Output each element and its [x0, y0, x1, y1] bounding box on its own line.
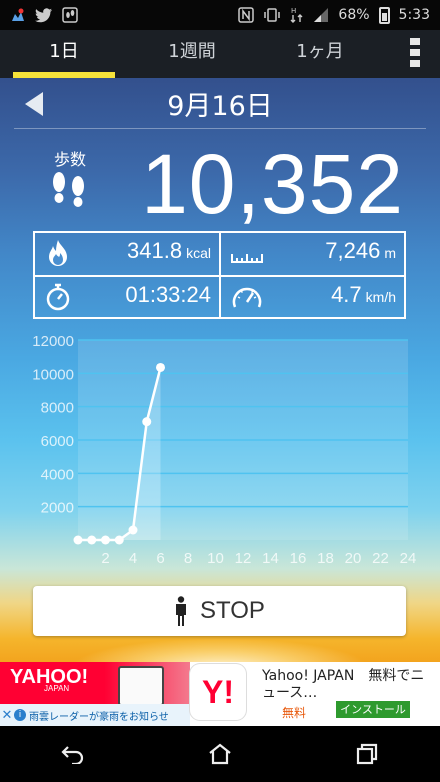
stats-grid: 341.8 kcal 7,246 m 01:33:24 4.7 km/h [33, 231, 406, 319]
status-left-icons [10, 7, 78, 23]
calories-value: 341.8 kcal [127, 238, 211, 263]
ad-banner[interactable]: YAHOO! JAPAN ✕ i 雨雲レーダーが豪雨をお知らせ Y! Yahoo… [0, 662, 440, 726]
ad-image[interactable]: YAHOO! JAPAN ✕ i 雨雲レーダーが豪雨をお知らせ [0, 662, 190, 726]
ad-install-button[interactable]: インストール [336, 701, 410, 718]
battery-percent: 68% [338, 7, 370, 23]
data-transfer-icon: H [290, 7, 303, 23]
status-right-icons: H 68% 5:33 [238, 6, 430, 24]
x-tick-label: 20 [345, 550, 362, 567]
distance-cell: 7,246 m [221, 233, 404, 275]
twitter-icon [35, 8, 52, 23]
y-tick-label: 6000 [41, 433, 74, 450]
ad-title[interactable]: Yahoo! JAPAN 無料でニュース… [262, 668, 438, 702]
overflow-menu-icon[interactable] [410, 38, 420, 67]
ad-close-icon[interactable]: ✕ [0, 708, 14, 723]
divider [14, 128, 426, 129]
duration-cell: 01:33:24 [35, 277, 219, 319]
speed-unit: km/h [365, 289, 396, 305]
y-tick-label: 10000 [32, 366, 74, 383]
chart-data-point [156, 362, 165, 372]
ad-free-label: 無料 [282, 706, 307, 720]
nfc-icon [238, 7, 255, 23]
calories-unit: kcal [186, 245, 211, 261]
distance-value: 7,246 m [325, 238, 396, 263]
ruler-icon [231, 254, 263, 263]
x-tick-label: 24 [400, 550, 417, 567]
x-tick-label: 14 [262, 550, 279, 567]
clock: 5:33 [398, 7, 430, 23]
date-title: 9月16日 [167, 91, 273, 122]
ad-brand-sub: JAPAN [44, 684, 70, 693]
chart-data-point [142, 417, 152, 427]
ad-app-logo[interactable]: Y! [190, 664, 246, 720]
stopwatch-icon [46, 283, 70, 311]
battery-icon [378, 6, 390, 24]
main-panel: 9月16日 歩数 10,352 341.8 kcal 7,246 m 01:33… [0, 78, 440, 662]
chart-data-point [73, 535, 83, 545]
chart-data-point [114, 535, 124, 545]
speedometer-icon [232, 287, 262, 308]
x-tick-label: 16 [290, 550, 307, 567]
calories-cell: 341.8 kcal [35, 233, 219, 275]
home-icon[interactable] [200, 734, 240, 774]
speed-cell: 4.7 km/h [221, 277, 404, 319]
chart-data-point [128, 525, 138, 535]
duration-value: 01:33:24 [125, 282, 211, 307]
ad-info-icon[interactable]: i [14, 709, 26, 721]
stop-button[interactable]: STOP [33, 586, 406, 636]
x-tick-label: 10 [207, 550, 224, 567]
signal-icon [314, 8, 329, 22]
x-tick-label: 12 [235, 550, 252, 567]
date-bar: 9月16日 [0, 78, 440, 129]
y-tick-label: 8000 [41, 400, 74, 417]
x-tick-label: 22 [372, 550, 389, 567]
navigation-bar [0, 726, 440, 782]
back-icon[interactable] [53, 734, 93, 774]
x-tick-label: 2 [101, 550, 109, 567]
tab-month[interactable]: 1ヶ月 [256, 30, 384, 78]
steps-chart: 20004000600080001000012000 2 4 6 8 10 12 14 16 1… [32, 336, 417, 567]
x-tick-label: 18 [317, 550, 334, 567]
walking-person-icon [176, 596, 187, 626]
chart-data-point [101, 535, 110, 545]
tab-day[interactable]: 1日 [0, 30, 128, 78]
x-tick-label: 6 [156, 550, 164, 567]
step-app-icon [62, 7, 78, 23]
svg-text:H: H [291, 7, 296, 15]
distance-unit: m [384, 245, 396, 261]
chart-data-point [87, 535, 97, 545]
y-tick-label: 2000 [41, 500, 74, 517]
app-notification-icon [12, 8, 24, 21]
ad-phone-image [118, 666, 164, 706]
step-count: 10,352 [141, 137, 404, 231]
y-tick-label: 4000 [41, 466, 74, 483]
stop-button-label: STOP [200, 597, 265, 624]
x-tick-label: 4 [129, 550, 137, 567]
y-tick-label: 12000 [32, 336, 74, 350]
speed-value: 4.7 km/h [331, 282, 396, 307]
period-tab-bar: 1日 1週間 1ヶ月 [0, 30, 440, 78]
recents-icon[interactable] [347, 734, 387, 774]
flame-icon [49, 240, 67, 266]
ad-strip-text: 雨雲レーダーが豪雨をお知らせ [29, 711, 169, 723]
steps-label: 歩数 [54, 150, 87, 169]
x-tick-label: 8 [184, 550, 192, 567]
status-bar: H 68% 5:33 [0, 0, 440, 30]
tab-week[interactable]: 1週間 [128, 30, 256, 78]
ad-strip: ✕ i 雨雲レーダーが豪雨をお知らせ [0, 704, 190, 726]
vibrate-icon [264, 8, 281, 22]
footprints-icon [53, 172, 84, 207]
